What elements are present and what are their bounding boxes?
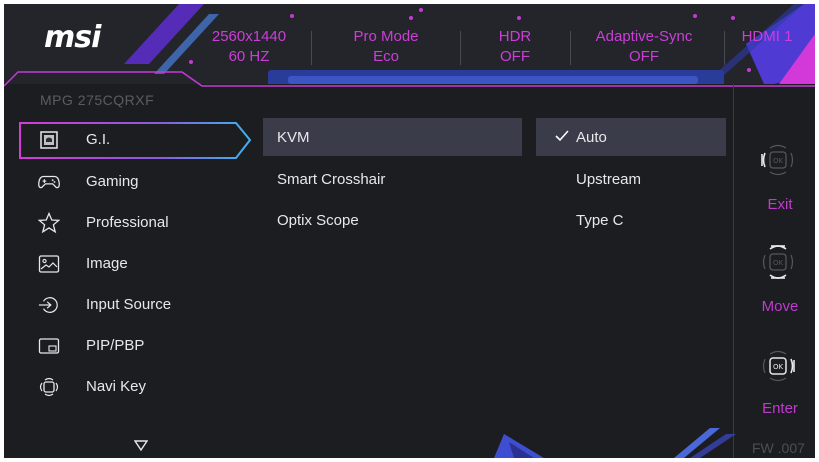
joystick-left-icon: OK (761, 144, 794, 176)
navi-key-icon (38, 376, 60, 398)
osd-window: msi 2560x1440 60 HZ Pro Mode Eco HDR OFF… (4, 4, 815, 458)
submenu-item-optix-scope[interactable]: Optix Scope (263, 201, 522, 239)
submenu-item-kvm[interactable]: KVM (263, 118, 522, 156)
menu-item-professional[interactable]: Professional (18, 205, 228, 241)
joystick-move-icon: OK (762, 245, 794, 279)
menu-item-image[interactable]: Image (18, 246, 228, 282)
menu-item-gaming[interactable]: Gaming (18, 164, 228, 200)
decor-dot (731, 16, 735, 20)
model-name: MPG 275CQRXF (40, 92, 155, 108)
submenu-item-label: Optix Scope (277, 212, 359, 229)
menu-item-input-source[interactable]: Input Source (18, 287, 228, 323)
image-icon (38, 253, 60, 275)
option-type-c[interactable]: Type C (536, 201, 726, 239)
header-underline (4, 71, 815, 87)
menu-item-label: Input Source (86, 296, 172, 313)
hdr-status: HDR OFF (450, 27, 580, 67)
enter-key-label: Enter (762, 400, 798, 417)
menu-item-label: G.I. (86, 131, 111, 148)
input-status: HDMI 1 (724, 27, 810, 47)
svg-text:OK: OK (773, 157, 784, 165)
gi-icon (38, 129, 60, 151)
resolution-value: 2560x1440 (211, 28, 287, 45)
bottom-decoration (494, 428, 736, 458)
pro-mode-status: Pro Mode Eco (321, 27, 451, 67)
adaptive-sync-status: Adaptive-Sync OFF (579, 27, 709, 67)
move-key-label: Move (761, 298, 799, 315)
menu-item-label: Navi Key (86, 378, 147, 395)
decor-dot (290, 14, 294, 18)
svg-text:OK: OK (773, 259, 784, 267)
adaptive-sync-label: Adaptive-Sync (595, 28, 693, 45)
menu-item-navi-key[interactable]: Navi Key (18, 369, 228, 405)
resolution-status: 2560x1440 60 HZ (184, 27, 314, 67)
pip-icon (38, 335, 60, 357)
msi-logo: msi (44, 20, 101, 55)
header-divider (570, 31, 571, 65)
menu-item-label: PIP/PBP (86, 337, 145, 354)
pro-mode-label: Pro Mode (353, 28, 419, 45)
menu-item-label: Gaming (86, 173, 139, 190)
option-label: Type C (576, 212, 624, 229)
checkmark-icon (555, 130, 569, 142)
star-icon (38, 212, 60, 234)
down-triangle-icon[interactable] (134, 440, 148, 452)
decor-dot (419, 8, 423, 12)
gamepad-icon (38, 171, 60, 193)
submenu-item-label: KVM (277, 129, 310, 146)
input-source-icon (38, 294, 60, 316)
header-divider (311, 31, 312, 65)
menu-item-pip-pbp[interactable]: PIP/PBP (18, 328, 228, 364)
key-guide-divider (733, 84, 734, 458)
option-upstream[interactable]: Upstream (536, 160, 726, 198)
svg-text:OK: OK (773, 363, 784, 371)
submenu-item-smart-crosshair[interactable]: Smart Crosshair (263, 160, 522, 198)
menu-item-gi[interactable]: G.I. (18, 122, 228, 158)
firmware-version: FW .007 (752, 440, 805, 456)
option-label: Auto (576, 129, 607, 146)
option-label: Upstream (576, 171, 642, 188)
decor-dot (517, 16, 521, 20)
joystick-enter-icon: OK (762, 350, 795, 382)
menu-item-label: Image (86, 255, 128, 272)
input-value: HDMI 1 (741, 28, 793, 45)
submenu-item-label: Smart Crosshair (277, 171, 386, 188)
decor-dot (409, 16, 413, 20)
hdr-label: HDR (498, 28, 532, 45)
exit-key-label: Exit (767, 196, 793, 213)
decor-dot (693, 14, 697, 18)
option-auto[interactable]: Auto (536, 118, 726, 156)
menu-item-label: Professional (86, 214, 169, 231)
